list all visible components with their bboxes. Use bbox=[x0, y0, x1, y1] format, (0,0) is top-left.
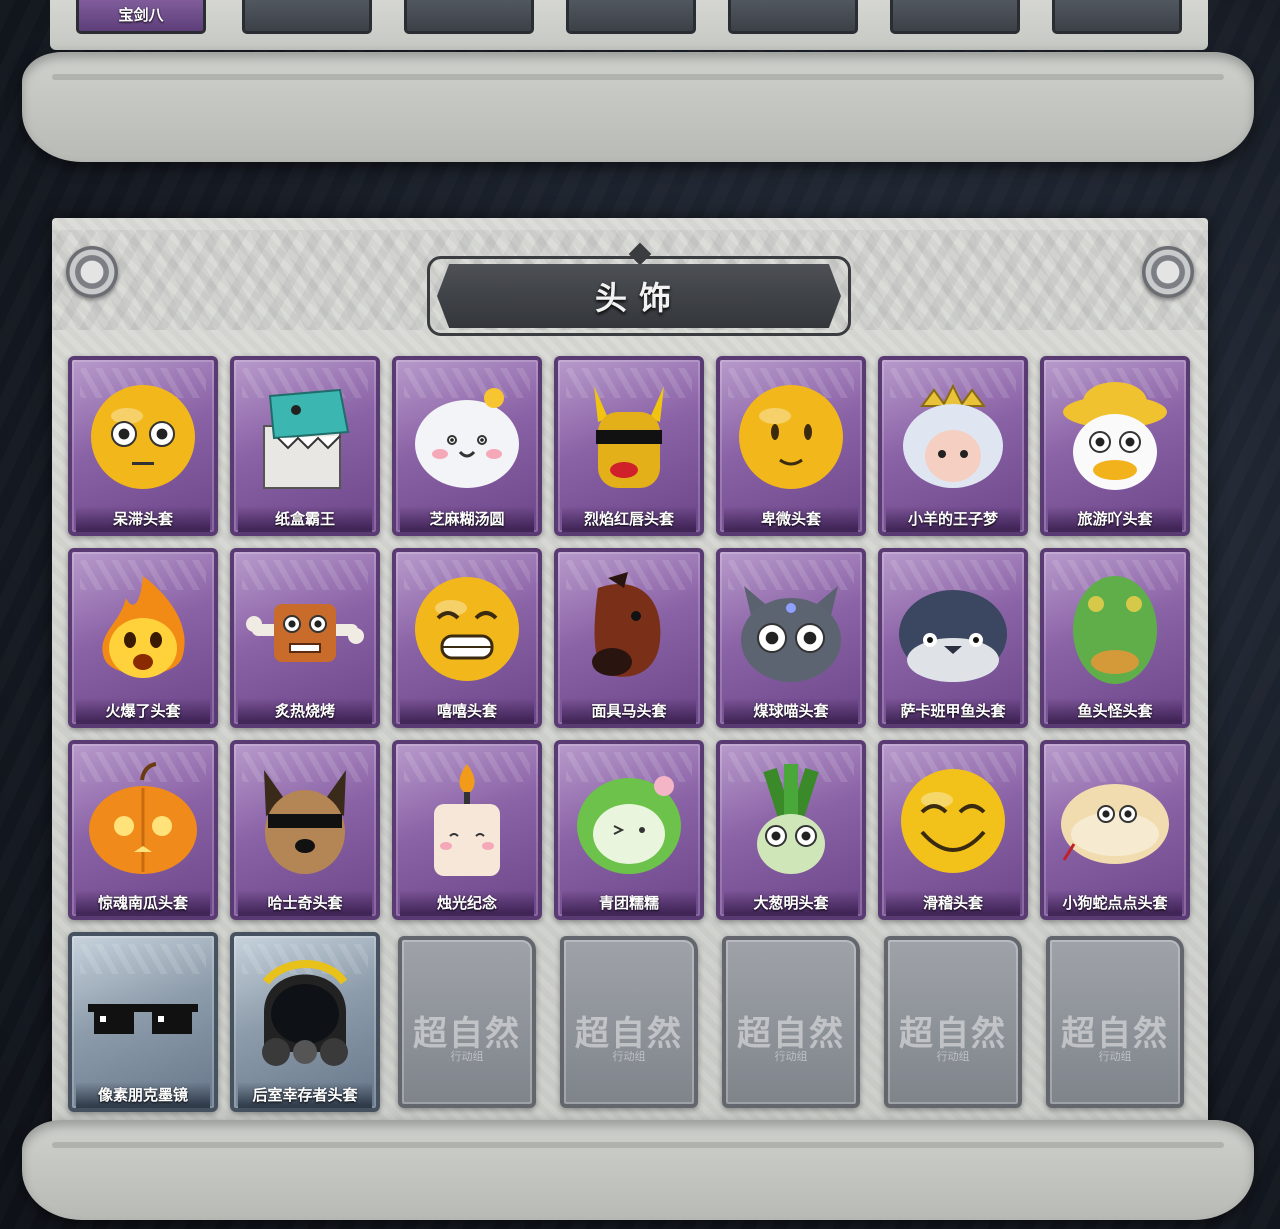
pumpkin-icon bbox=[89, 762, 197, 874]
item-name: 炙热烧烤 bbox=[238, 698, 372, 724]
item-name: 呆滞头套 bbox=[76, 506, 210, 532]
horse-mask-icon bbox=[592, 572, 661, 677]
fish-head-icon bbox=[899, 590, 1007, 682]
item-card[interactable]: 小羊的王子梦 bbox=[878, 356, 1028, 536]
grey-cat-icon bbox=[741, 586, 841, 682]
item-card[interactable]: 炙热烧烤 bbox=[230, 548, 380, 728]
headwear-panel: 头饰 呆滞头套 纸盒霸王 芝麻糊汤圆 烈焰红唇头套 卑微头套 小羊的王子梦 旅游吖头套火爆… bbox=[52, 218, 1208, 1148]
item-name: 青团糯糯 bbox=[562, 890, 696, 916]
rice-ball-face-icon bbox=[415, 388, 519, 488]
sheep-crown-icon bbox=[903, 383, 1003, 488]
item-card[interactable]: 旅游吖头套 bbox=[1040, 356, 1190, 536]
item-card[interactable]: 萨卡班甲鱼头套 bbox=[878, 548, 1028, 728]
item-card[interactable]: 卑微头套 bbox=[716, 356, 866, 536]
item-name: 烛光纪念 bbox=[400, 890, 534, 916]
item-name: 小羊的王子梦 bbox=[886, 506, 1020, 532]
item-card[interactable]: 煤球喵头套 bbox=[716, 548, 866, 728]
item-name: 小狗蛇点点头套 bbox=[1048, 890, 1182, 916]
previous-item-label: 宝剑八 bbox=[118, 7, 164, 24]
yellow-mouse-sunglasses-icon bbox=[594, 386, 664, 488]
item-card[interactable]: 哈士奇头套 bbox=[230, 740, 380, 920]
item-name: 火爆了头套 bbox=[76, 698, 210, 724]
previous-empty-slot bbox=[1052, 0, 1182, 34]
item-name: 鱼头怪头套 bbox=[1048, 698, 1182, 724]
green-fish-monster-icon bbox=[1073, 576, 1157, 684]
item-name: 滑稽头套 bbox=[886, 890, 1020, 916]
empty-slot-subtitle: 行动组 bbox=[450, 1051, 484, 1063]
item-card[interactable]: 滑稽头套 bbox=[878, 740, 1028, 920]
title-banner: 头饰 bbox=[437, 264, 841, 328]
duck-hat-icon bbox=[1063, 382, 1167, 490]
green-onion-icon bbox=[757, 764, 825, 874]
section-title: 头饰 bbox=[594, 280, 683, 316]
previous-empty-slot bbox=[566, 0, 696, 34]
cardboard-dinosaur-icon bbox=[263, 388, 350, 489]
pixel-sunglasses-icon bbox=[88, 1004, 198, 1034]
empty-slot-subtitle: 行动组 bbox=[936, 1051, 970, 1063]
item-card[interactable]: 火爆了头套 bbox=[68, 548, 218, 728]
snake-head-icon bbox=[1061, 784, 1169, 864]
item-card[interactable]: 惊魂南瓜头套 bbox=[68, 740, 218, 920]
item-name: 嘻嘻头套 bbox=[400, 698, 534, 724]
item-name: 哈士奇头套 bbox=[238, 890, 372, 916]
previous-empty-slot bbox=[404, 0, 534, 34]
item-name: 惊魂南瓜头套 bbox=[76, 890, 210, 916]
empty-slot: 超自然 行动组 bbox=[722, 936, 860, 1108]
bbq-meat-icon bbox=[246, 604, 364, 662]
empty-slot-subtitle: 行动组 bbox=[1098, 1051, 1132, 1063]
item-name: 萨卡班甲鱼头套 bbox=[886, 698, 1020, 724]
item-card[interactable]: 烈焰红唇头套 bbox=[554, 356, 704, 536]
item-name: 纸盒霸王 bbox=[238, 506, 372, 532]
empty-slot: 超自然 行动组 bbox=[884, 936, 1022, 1108]
item-card[interactable]: 像素朋克墨镜 bbox=[68, 932, 218, 1112]
item-card[interactable]: 芝麻糊汤圆 bbox=[392, 356, 542, 536]
item-name: 旅游吖头套 bbox=[1048, 506, 1182, 532]
previous-empty-slot bbox=[890, 0, 1020, 34]
item-card[interactable]: 青团糯糯 bbox=[554, 740, 704, 920]
emblem-icon bbox=[1142, 246, 1194, 298]
humble-face-mask-icon bbox=[739, 385, 843, 489]
item-name: 大葱明头套 bbox=[724, 890, 858, 916]
empty-slot: 超自然 行动组 bbox=[398, 936, 536, 1108]
item-name: 像素朋克墨镜 bbox=[76, 1082, 210, 1108]
candle-face-icon bbox=[434, 764, 500, 876]
green-dumpling-icon bbox=[577, 776, 681, 874]
scroll-roll-bottom bbox=[22, 1120, 1254, 1220]
item-card[interactable]: 鱼头怪头套 bbox=[1040, 548, 1190, 728]
item-card[interactable]: 大葱明头套 bbox=[716, 740, 866, 920]
grin-face-icon bbox=[415, 577, 519, 681]
item-card[interactable]: 后室幸存者头套 bbox=[230, 932, 380, 1112]
item-card[interactable]: 面具马头套 bbox=[554, 548, 704, 728]
emblem-icon bbox=[66, 246, 118, 298]
previous-panel: 宝剑八 bbox=[50, 0, 1208, 50]
empty-slot-subtitle: 行动组 bbox=[774, 1051, 808, 1063]
empty-slot: 超自然 行动组 bbox=[560, 936, 698, 1108]
item-card[interactable]: 小狗蛇点点头套 bbox=[1040, 740, 1190, 920]
previous-empty-slot bbox=[728, 0, 858, 34]
fire-face-icon bbox=[102, 576, 185, 678]
item-name: 煤球喵头套 bbox=[724, 698, 858, 724]
item-card[interactable]: 嘻嘻头套 bbox=[392, 548, 542, 728]
item-name: 面具马头套 bbox=[562, 698, 696, 724]
item-name: 芝麻糊汤圆 bbox=[400, 506, 534, 532]
item-name: 卑微头套 bbox=[724, 506, 858, 532]
dog-sunglasses-icon bbox=[264, 770, 346, 874]
previous-empty-slot bbox=[242, 0, 372, 34]
stunned-face-mask-icon bbox=[91, 385, 195, 489]
empty-slot-subtitle: 行动组 bbox=[612, 1051, 646, 1063]
funny-face-icon bbox=[901, 769, 1005, 873]
item-name: 后室幸存者头套 bbox=[238, 1082, 372, 1108]
previous-item-slot[interactable]: 宝剑八 bbox=[76, 0, 206, 34]
scroll-roll-top bbox=[22, 52, 1254, 162]
item-card[interactable]: 纸盒霸王 bbox=[230, 356, 380, 536]
gas-mask-helmet-icon bbox=[262, 960, 348, 1066]
item-card[interactable]: 烛光纪念 bbox=[392, 740, 542, 920]
item-card[interactable]: 呆滞头套 bbox=[68, 356, 218, 536]
item-name: 烈焰红唇头套 bbox=[562, 506, 696, 532]
empty-slot: 超自然 行动组 bbox=[1046, 936, 1184, 1108]
